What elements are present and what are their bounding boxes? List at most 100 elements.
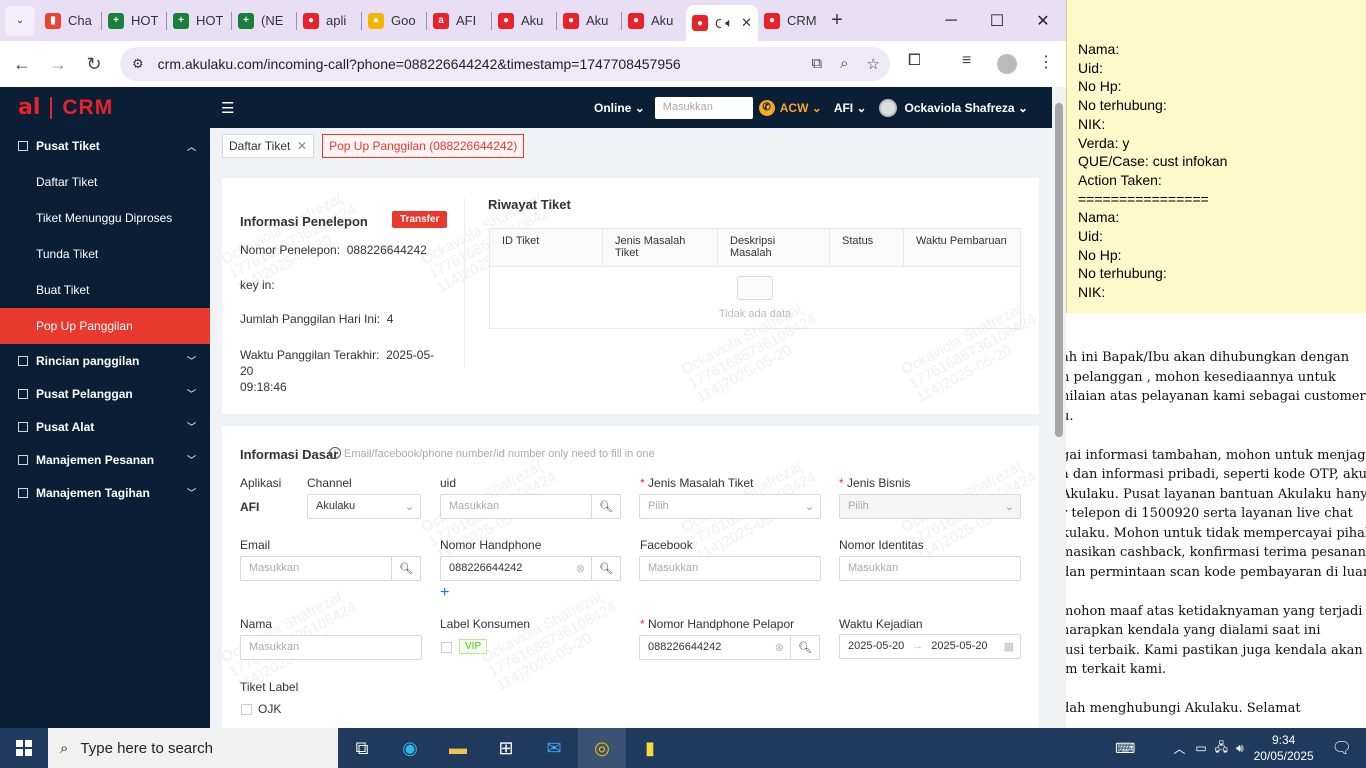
user-menu[interactable]: Ockaviola Shafreza ⌄ bbox=[905, 101, 1028, 115]
sidebar-sub-buat-tiket[interactable]: Buat Tiket bbox=[0, 272, 210, 308]
site-info-icon[interactable]: ⚙ bbox=[132, 56, 144, 72]
sidebar-item-rincian-panggilan[interactable]: Rincian panggilan ﹀ bbox=[0, 344, 210, 377]
clear-icon[interactable]: ⊗ bbox=[775, 641, 784, 654]
browser-tab[interactable]: + HOT bbox=[102, 5, 166, 37]
clear-icon[interactable]: ⊗ bbox=[576, 562, 585, 575]
battery-icon[interactable]: ▭ bbox=[1195, 741, 1206, 755]
phone-icon[interactable]: ✆ bbox=[758, 99, 775, 116]
close-window-icon[interactable]: ✕ bbox=[1020, 0, 1066, 41]
search-icon[interactable]: 🔍︎ bbox=[591, 556, 621, 581]
browser-tab[interactable]: ● Aku bbox=[557, 5, 621, 37]
new-tab-button[interactable]: + bbox=[822, 9, 852, 32]
zoom-icon[interactable]: ⌕ bbox=[840, 55, 848, 73]
page-scrollbar[interactable] bbox=[1052, 87, 1066, 728]
menu-kebab-icon[interactable]: ⋮ bbox=[1038, 52, 1054, 72]
sidebar-item-manajemen-tagihan[interactable]: Manajemen Tagihan ﹀ bbox=[0, 476, 210, 509]
sidebar-item-pusat-tiket[interactable]: Pusat Tiket ︿ bbox=[0, 128, 210, 164]
email-input[interactable]: Masukkan bbox=[240, 556, 392, 581]
keyboard-icon[interactable]: ⌨ bbox=[1115, 740, 1135, 757]
nid-input[interactable]: Masukkan bbox=[839, 556, 1021, 581]
transfer-button[interactable]: Transfer bbox=[392, 211, 448, 228]
network-icon[interactable]: 🖧︎ bbox=[1215, 738, 1228, 759]
tab-search-button[interactable]: ⌄ bbox=[5, 5, 35, 36]
browser-tab[interactable]: + (NE bbox=[232, 5, 296, 37]
forward-icon[interactable]: → bbox=[40, 54, 76, 75]
clock[interactable]: 9:34 20/05/2025 bbox=[1254, 732, 1314, 764]
vip-checkbox[interactable] bbox=[441, 642, 452, 653]
browser-tab[interactable]: a AFI bbox=[427, 5, 491, 37]
task-view-icon[interactable]: ⧉ bbox=[338, 728, 386, 768]
file-explorer-icon[interactable]: ▬ bbox=[434, 728, 482, 768]
browser-tab[interactable]: ● CRM bbox=[758, 5, 822, 37]
user-avatar[interactable] bbox=[878, 98, 897, 117]
calendar-icon[interactable]: ▦ bbox=[1004, 640, 1014, 653]
browser-tab[interactable]: ● Goo bbox=[362, 5, 426, 37]
sticky-notes-icon[interactable]: ▮ bbox=[626, 728, 674, 768]
chevron-up-icon[interactable]: ︿ bbox=[1173, 740, 1185, 757]
tag-daftar-tiket[interactable]: Daftar Tiket ✕ bbox=[222, 134, 315, 158]
taskbar-search[interactable]: ⌕ Type here to search bbox=[48, 728, 338, 768]
translate-icon[interactable]: ⧉ bbox=[811, 55, 822, 73]
search-icon[interactable]: 🔍︎ bbox=[391, 556, 421, 581]
browser-tab[interactable]: + HOT bbox=[167, 5, 231, 37]
minimize-icon[interactable]: ─ bbox=[928, 0, 974, 41]
back-icon[interactable]: ← bbox=[4, 54, 40, 75]
notifications-icon[interactable]: 🗨︎ bbox=[1332, 738, 1352, 758]
channel-select[interactable]: Akulaku ⌄ bbox=[307, 494, 421, 519]
tool-icon bbox=[18, 421, 28, 432]
maximize-icon[interactable]: ☐ bbox=[974, 0, 1020, 41]
nama-input[interactable]: Masukkan bbox=[240, 635, 422, 660]
ojk-checkbox[interactable] bbox=[241, 704, 252, 715]
search-icon[interactable]: 🔍︎ bbox=[790, 635, 820, 660]
header-search-input[interactable]: Masukkan bbox=[654, 96, 753, 119]
browser-tab[interactable]: ● Aku bbox=[492, 5, 556, 37]
media-control-icon[interactable]: ≡ bbox=[962, 52, 971, 70]
url-text[interactable]: crm.akulaku.com/incoming-call?phone=0882… bbox=[158, 56, 681, 72]
sidebar-sub-tiket-menunggu[interactable]: Tiket Menunggu Diproses bbox=[0, 200, 210, 236]
mail-icon[interactable]: ✉ bbox=[530, 728, 578, 768]
sidebar-sub-pop-up-panggilan[interactable]: Pop Up Panggilan bbox=[0, 308, 210, 344]
bookmark-star-icon[interactable]: ☆ bbox=[867, 55, 880, 73]
pelapor-input[interactable]: 088226644242 ⊗ bbox=[639, 635, 791, 660]
app-dropdown[interactable]: AFI ⌄ bbox=[834, 101, 867, 115]
browser-tab[interactable]: ● Aku bbox=[622, 5, 686, 37]
profile-avatar[interactable] bbox=[997, 54, 1017, 74]
start-button[interactable] bbox=[0, 728, 48, 768]
browser-tab[interactable]: ▮ Cha bbox=[39, 5, 101, 37]
reload-icon[interactable]: ↻ bbox=[76, 54, 112, 75]
menu-toggle-icon[interactable]: ☰ bbox=[221, 99, 234, 117]
omnibox[interactable]: ⚙ crm.akulaku.com/incoming-call?phone=08… bbox=[120, 47, 890, 81]
chevron-down-icon: ﹀ bbox=[186, 422, 196, 432]
store-icon[interactable]: ⊞ bbox=[482, 728, 530, 768]
browser-tab[interactable]: ● apli bbox=[297, 5, 361, 37]
search-icon[interactable]: 🔍︎ bbox=[591, 494, 621, 519]
sidebar-item-pusat-alat[interactable]: Pusat Alat ﹀ bbox=[0, 410, 210, 443]
date-range-input[interactable]: 2025-05-20 → 2025-05-20 ▦ bbox=[839, 634, 1021, 659]
uid-input[interactable]: Masukkan bbox=[440, 494, 592, 519]
sidebar-sub-daftar-tiket[interactable]: Daftar Tiket bbox=[0, 164, 210, 200]
close-tab-icon[interactable]: ✕ bbox=[741, 15, 752, 31]
add-icon[interactable]: + bbox=[440, 584, 449, 602]
audio-icon[interactable]: 🔈︎ bbox=[725, 15, 733, 31]
sidebar-item-pusat-pelanggan[interactable]: Pusat Pelanggan ﹀ bbox=[0, 377, 210, 410]
status-dropdown[interactable]: Online ⌄ bbox=[594, 101, 645, 115]
tag-pop-up-panggilan[interactable]: Pop Up Panggilan (088226644242) bbox=[322, 134, 525, 158]
facebook-input[interactable]: Masukkan bbox=[639, 556, 821, 581]
volume-icon[interactable]: 🔊︎ bbox=[1236, 741, 1244, 756]
crm-logo[interactable]: al CRM bbox=[18, 95, 113, 120]
sidebar-item-manajemen-pesanan[interactable]: Manajemen Pesanan ﹀ bbox=[0, 443, 210, 476]
page-tags: Daftar Tiket ✕ Pop Up Panggilan (0882266… bbox=[222, 134, 525, 158]
edge-icon[interactable]: ◉ bbox=[386, 728, 434, 768]
close-icon[interactable]: ✕ bbox=[297, 139, 307, 153]
sidebar-sub-tunda-tiket[interactable]: Tunda Tiket bbox=[0, 236, 210, 272]
sticky-note[interactable]: Nama: Uid: No Hp: No terhubung: NIK: Verda: y… bbox=[1066, 0, 1366, 313]
browser-tab[interactable]: ● C 🔈︎ ✕ bbox=[686, 5, 758, 41]
scrollbar-thumb[interactable] bbox=[1055, 103, 1063, 437]
jenis-masalah-select[interactable]: Pilih ⌄ bbox=[639, 494, 821, 519]
chrome-icon[interactable]: ◎ bbox=[578, 728, 626, 768]
extensions-icon[interactable]: ⧠ bbox=[908, 52, 921, 70]
jenis-bisnis-select[interactable]: Pilih ⌄ bbox=[839, 494, 1021, 519]
acw-dropdown[interactable]: ACW ⌄ bbox=[780, 101, 822, 115]
info-icon[interactable]: i bbox=[329, 447, 341, 459]
hp-input[interactable]: 088226644242 ⊗ bbox=[440, 556, 592, 581]
